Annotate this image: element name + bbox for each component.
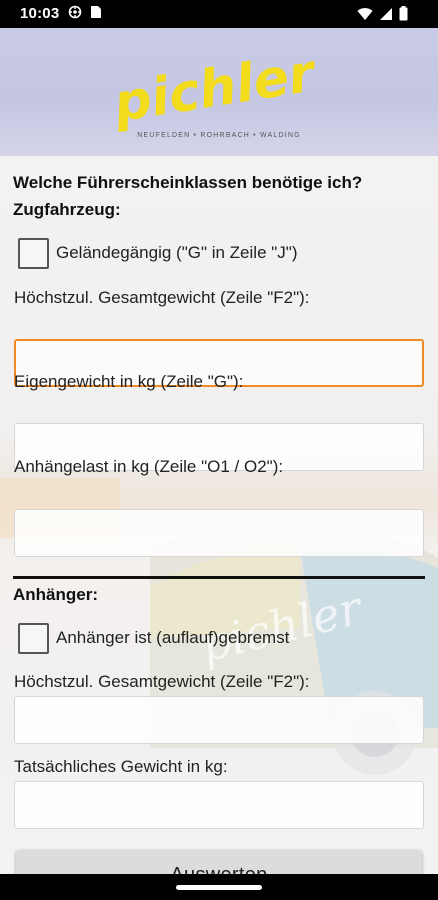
trailer-max-weight-label: Höchstzul. Gesamtgewicht (Zeile "F2"): (14, 672, 310, 691)
question-title: Welche Führerscheinklassen benötige ich? (13, 173, 363, 192)
trailer-braked-checkbox-row[interactable]: Anhänger ist (auflauf)gebremst (18, 622, 289, 654)
pichler-logo: pichler (109, 43, 322, 132)
actual-weight-label: Tatsächliches Gewicht in kg: (14, 757, 228, 776)
towing-capacity-input[interactable] (14, 509, 424, 557)
trailer-section-label: Anhänger: (13, 585, 98, 604)
status-time: 10:03 (20, 5, 60, 22)
curb-weight-label: Eigengewicht in kg (Zeile "G"): (14, 372, 244, 391)
header-banner: pichler NEUFELDEN • ROHRBACH • WALDING (0, 28, 438, 156)
section-divider (13, 576, 425, 579)
offroad-checkbox-label[interactable]: Geländegängig ("G" in Zeile "J") (56, 243, 297, 263)
towing-vehicle-section-label: Zugfahrzeug: (13, 200, 121, 219)
app-screen: pichler pichler NEUFELDEN • ROHRBACH • W… (0, 28, 438, 874)
vpn-key-icon (68, 5, 82, 19)
logo-subtitle: NEUFELDEN • ROHRBACH • WALDING (137, 132, 301, 139)
home-gesture-handle[interactable] (176, 885, 262, 890)
logo-text: pichler (109, 43, 322, 132)
wifi-icon (357, 7, 373, 20)
actual-weight-input[interactable] (14, 781, 424, 829)
status-bar: 10:03 (0, 0, 438, 28)
evaluate-button[interactable]: Auswerten (16, 850, 422, 874)
cellular-signal-icon (380, 7, 392, 20)
trailer-max-weight-input[interactable] (14, 696, 424, 744)
offroad-checkbox[interactable] (18, 237, 49, 269)
sim-card-icon (91, 6, 101, 18)
offroad-checkbox-row[interactable]: Geländegängig ("G" in Zeile "J") (18, 237, 297, 269)
navigation-bar (0, 874, 438, 900)
towing-max-weight-label: Höchstzul. Gesamtgewicht (Zeile "F2"): (14, 288, 310, 307)
towing-capacity-label: Anhängelast in kg (Zeile "O1 / O2"): (14, 457, 284, 476)
battery-icon (399, 6, 408, 21)
trailer-braked-checkbox-label[interactable]: Anhänger ist (auflauf)gebremst (56, 628, 289, 648)
trailer-braked-checkbox[interactable] (18, 622, 49, 654)
